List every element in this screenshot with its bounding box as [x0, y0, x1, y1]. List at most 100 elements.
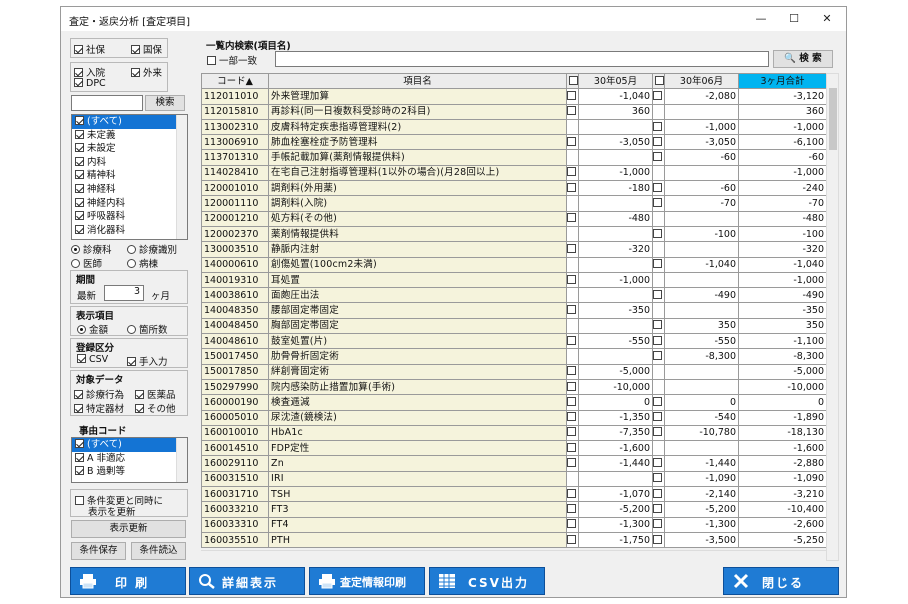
- save-conditions-button[interactable]: 条件保存: [71, 542, 126, 560]
- checkbox-inpatient[interactable]: 入院: [74, 65, 105, 79]
- cell-check-month1[interactable]: [566, 363, 579, 380]
- col-month1-header[interactable]: 30年05月: [578, 72, 653, 90]
- cell-check-month1[interactable]: [566, 149, 579, 166]
- cell-check-month1[interactable]: [566, 103, 579, 120]
- cell-check-month1[interactable]: [566, 394, 579, 411]
- table-row[interactable]: 120001210 処方料(その他) -480 -480: [201, 210, 827, 227]
- cell-check-month1[interactable]: [566, 118, 579, 136]
- cell-check-month1[interactable]: [566, 348, 579, 365]
- radio-ward[interactable]: 病棟: [127, 256, 158, 270]
- table-row[interactable]: 160031510 IRI -1,090 -1,090: [201, 470, 827, 488]
- cell-check-month2[interactable]: [652, 241, 665, 258]
- cell-check-month2[interactable]: [652, 501, 665, 518]
- cell-check-month2[interactable]: [652, 363, 665, 380]
- cell-check-month2[interactable]: [652, 256, 665, 273]
- reason-list-scrollbar[interactable]: [176, 438, 187, 482]
- reason-list-item[interactable]: B 過剰等: [72, 465, 187, 479]
- cell-check-month1[interactable]: [566, 180, 579, 197]
- cell-check-month2[interactable]: [652, 378, 665, 396]
- radio-dept[interactable]: 診療科: [71, 242, 112, 256]
- print-button[interactable]: 印 刷: [70, 567, 186, 595]
- cell-check-month1[interactable]: [566, 455, 579, 472]
- table-row[interactable]: 160014510 FDP定性 -1,600 -1,600: [201, 440, 827, 457]
- cell-check-month2[interactable]: [652, 394, 665, 411]
- table-row[interactable]: 160010010 HbA1c -7,350 -10,780 -18,130: [201, 424, 827, 442]
- col-name-header[interactable]: 項目名: [268, 72, 567, 90]
- department-list[interactable]: (すべて) 未定義 未設定 内科 精神科 神経科 神経内科 呼吸器科 消化器科: [71, 114, 188, 240]
- dept-list-item[interactable]: 消化器科: [72, 224, 187, 238]
- cell-check-month1[interactable]: [566, 486, 579, 503]
- close-button[interactable]: 閉じる: [723, 567, 839, 595]
- dept-list-item[interactable]: 未設定: [72, 142, 187, 156]
- cell-check-month2[interactable]: [652, 225, 665, 243]
- cell-check-month1[interactable]: [566, 88, 579, 105]
- cell-check-month1[interactable]: [566, 225, 579, 243]
- dept-list-item[interactable]: 神経内科: [72, 197, 187, 211]
- dept-search-input[interactable]: [71, 95, 143, 111]
- cell-check-month1[interactable]: [566, 134, 579, 151]
- table-horizontal-scrollbar[interactable]: [201, 550, 826, 561]
- table-search-input[interactable]: [275, 51, 769, 67]
- table-row[interactable]: 112015810 再診料(同一日複数科受診時の2科目) 360 360: [201, 103, 827, 120]
- checkbox-manual[interactable]: 手入力: [127, 354, 168, 368]
- table-row[interactable]: 150017850 絆創膏固定術 -5,000 -5,000: [201, 363, 827, 380]
- dept-list-item[interactable]: 呼吸器科: [72, 210, 187, 224]
- detail-view-button[interactable]: 詳細表示: [189, 567, 305, 595]
- table-row[interactable]: 114028410 在宅自己注射指導管理料(1以外の場合)(月28回以上) -1,0…: [201, 164, 827, 182]
- cell-check-month2[interactable]: [652, 210, 665, 227]
- table-row[interactable]: 160031710 TSH -1,070 -2,140 -3,210: [201, 486, 827, 503]
- table-row[interactable]: 140019310 耳処置 -1,000 -1,000: [201, 271, 827, 289]
- cell-check-month2[interactable]: [652, 424, 665, 442]
- table-row[interactable]: 120002370 薬剤情報提供料 -100 -100: [201, 225, 827, 243]
- cell-check-month2[interactable]: [652, 455, 665, 472]
- cell-check-month2[interactable]: [652, 317, 665, 335]
- checkbox-kokuho[interactable]: 国保: [131, 42, 162, 56]
- cell-check-month1[interactable]: [566, 195, 579, 212]
- cell-check-month2[interactable]: [652, 348, 665, 365]
- table-row[interactable]: 160000190 検査逓減 0 0 0: [201, 394, 827, 411]
- dept-search-button[interactable]: 検索: [145, 95, 185, 111]
- table-row[interactable]: 160035510 PTH -1,750 -3,500 -5,250: [201, 531, 827, 549]
- cell-check-month1[interactable]: [566, 378, 579, 396]
- checkbox-partial-match[interactable]: 一部一致: [207, 53, 257, 67]
- cell-check-month1[interactable]: [566, 531, 579, 549]
- cell-check-month2[interactable]: [652, 271, 665, 289]
- cell-check-month2[interactable]: [652, 333, 665, 350]
- cell-check-month2[interactable]: [652, 409, 665, 426]
- cell-check-month2[interactable]: [652, 486, 665, 503]
- dept-list-item[interactable]: 内科: [72, 156, 187, 170]
- period-months-input[interactable]: 3: [104, 285, 144, 301]
- table-row[interactable]: 112011010 外来管理加算 -1,040 -2,080 -3,120: [201, 88, 827, 105]
- table-row[interactable]: 140048350 腰部固定帯固定 -350 -350: [201, 302, 827, 319]
- cell-check-month1[interactable]: [566, 424, 579, 442]
- cell-check-month1[interactable]: [566, 256, 579, 273]
- reason-code-list[interactable]: (すべて) A 非適応 B 過剰等: [71, 437, 188, 483]
- checkbox-csv[interactable]: CSV: [77, 354, 108, 365]
- table-row[interactable]: 113701310 手帳記載加算(薬剤情報提供料) -60 -60: [201, 149, 827, 166]
- minimize-icon[interactable]: —: [745, 7, 777, 31]
- cell-check-month2[interactable]: [652, 180, 665, 197]
- table-row[interactable]: 140038610 面皰圧出法 -490 -490: [201, 287, 827, 304]
- load-conditions-button[interactable]: 条件読込: [131, 542, 186, 560]
- table-row[interactable]: 140048450 胸部固定帯固定 350 350: [201, 317, 827, 335]
- table-row[interactable]: 160033210 FT3 -5,200 -5,200 -10,400: [201, 501, 827, 518]
- col-check2-header[interactable]: [652, 72, 665, 90]
- table-row[interactable]: 130003510 静脈内注射 -320 -320: [201, 241, 827, 258]
- reason-list-item[interactable]: A 非適応: [72, 452, 187, 466]
- checkbox-outpatient[interactable]: 外来: [131, 65, 162, 79]
- checkbox-dpc[interactable]: DPC: [74, 78, 106, 89]
- cell-check-month1[interactable]: [566, 470, 579, 488]
- table-vertical-scrollbar[interactable]: [826, 73, 839, 561]
- cell-check-month2[interactable]: [652, 103, 665, 120]
- cell-check-month2[interactable]: [652, 302, 665, 319]
- table-row[interactable]: 113006910 肺血栓塞栓症予防管理料 -3,050 -3,050 -6,100: [201, 134, 827, 151]
- table-row[interactable]: 140048610 鼓室処置(片) -550 -550 -1,100: [201, 333, 827, 350]
- col-code-header[interactable]: コード▲: [201, 72, 269, 90]
- assess-info-print-button[interactable]: 査定情報印刷: [309, 567, 425, 595]
- cell-check-month2[interactable]: [652, 440, 665, 457]
- cell-check-month1[interactable]: [566, 210, 579, 227]
- table-row[interactable]: 160005010 尿沈渣(鏡検法) -1,350 -540 -1,890: [201, 409, 827, 426]
- dept-list-item[interactable]: (すべて): [72, 115, 187, 129]
- cell-check-month1[interactable]: [566, 333, 579, 350]
- cell-check-month1[interactable]: [566, 271, 579, 289]
